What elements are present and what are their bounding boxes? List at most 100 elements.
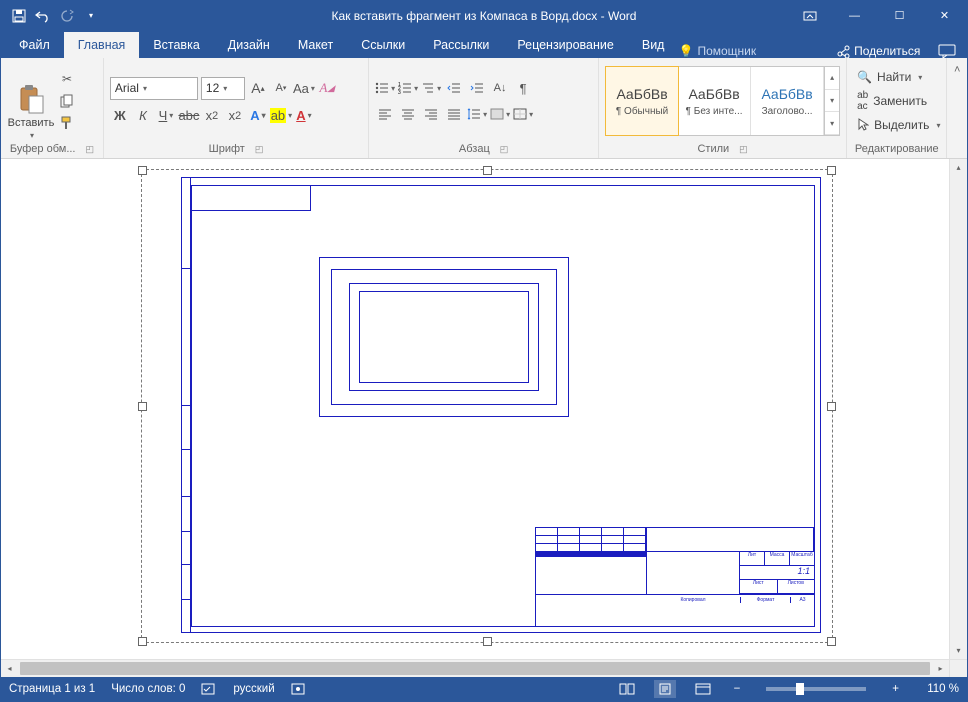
line-spacing-icon[interactable]: ▾ <box>467 104 487 124</box>
tab-view[interactable]: Вид <box>628 32 679 58</box>
find-button[interactable]: 🔍Найти▾ <box>857 67 940 87</box>
spellcheck-icon[interactable] <box>201 682 217 696</box>
share-button[interactable]: Поделиться <box>836 44 920 58</box>
gallery-down-icon[interactable]: ▾ <box>825 90 839 113</box>
style-no-spacing[interactable]: АаБбВв ¶ Без инте... <box>678 67 751 135</box>
print-layout-icon[interactable] <box>654 680 676 698</box>
resize-handle[interactable] <box>827 637 836 646</box>
tab-design[interactable]: Дизайн <box>214 32 284 58</box>
language-indicator[interactable]: русский <box>233 683 274 695</box>
save-icon[interactable] <box>11 8 27 24</box>
minimize-button[interactable]: — <box>832 1 877 30</box>
scroll-thumb[interactable] <box>20 662 930 675</box>
word-count[interactable]: Число слов: 0 <box>111 683 185 695</box>
multilevel-list-icon[interactable]: ▾ <box>421 78 441 98</box>
style-heading[interactable]: АаБбВв Заголово... <box>751 67 824 135</box>
borders-icon[interactable]: ▾ <box>513 104 533 124</box>
resize-handle[interactable] <box>138 166 147 175</box>
grow-font-icon[interactable]: A▴ <box>248 78 268 98</box>
scroll-right-icon[interactable]: ▸ <box>932 660 949 677</box>
gallery-up-icon[interactable]: ▴ <box>825 67 839 90</box>
horizontal-scrollbar[interactable]: ◂ ▸ <box>1 659 949 677</box>
change-case-icon[interactable]: Aa▾ <box>294 78 314 98</box>
dialog-launcher-icon[interactable]: ◰ <box>86 144 95 155</box>
font-name-combo[interactable]: Arial▾ <box>110 77 198 100</box>
zoom-level[interactable]: 110 % <box>919 683 959 695</box>
dialog-launcher-icon[interactable]: ◰ <box>739 144 748 155</box>
macro-icon[interactable] <box>291 683 305 695</box>
zoom-slider[interactable] <box>766 687 866 691</box>
vertical-scrollbar[interactable]: ▴ ▾ <box>949 159 967 659</box>
scroll-left-icon[interactable]: ◂ <box>1 660 18 677</box>
format-painter-icon[interactable] <box>59 115 75 131</box>
redo-icon[interactable] <box>59 8 75 24</box>
zoom-slider-knob[interactable] <box>796 683 804 695</box>
font-name-value: Arial <box>115 81 139 95</box>
qat-customize-icon[interactable]: ▾ <box>83 8 99 24</box>
superscript-button[interactable]: x2 <box>225 106 245 126</box>
shrink-font-icon[interactable]: A▾ <box>271 78 291 98</box>
tab-review[interactable]: Рецензирование <box>503 32 628 58</box>
align-left-icon[interactable] <box>375 104 395 124</box>
bold-button[interactable]: Ж <box>110 106 130 126</box>
resize-handle[interactable] <box>483 637 492 646</box>
strikethrough-button[interactable]: abc <box>179 106 199 126</box>
italic-button[interactable]: К <box>133 106 153 126</box>
select-button[interactable]: Выделить▾ <box>857 115 940 135</box>
align-right-icon[interactable] <box>421 104 441 124</box>
ribbon-display-options-button[interactable] <box>787 1 832 30</box>
paste-icon <box>15 83 47 115</box>
tab-layout[interactable]: Макет <box>284 32 347 58</box>
clear-format-icon[interactable]: A◢ <box>317 78 337 98</box>
scroll-down-icon[interactable]: ▾ <box>950 642 967 659</box>
gallery-more-icon[interactable]: ▾ <box>825 112 839 135</box>
highlight-icon[interactable]: ab▾ <box>271 106 291 126</box>
text-effects-icon[interactable]: A▾ <box>248 106 268 126</box>
cut-icon[interactable]: ✂ <box>59 71 75 87</box>
subscript-button[interactable]: x2 <box>202 106 222 126</box>
zoom-in-button[interactable]: + <box>888 683 903 695</box>
resize-handle[interactable] <box>827 166 836 175</box>
collapse-ribbon-icon[interactable]: ˄ <box>954 64 960 76</box>
resize-handle[interactable] <box>138 402 147 411</box>
bullets-icon[interactable]: ▾ <box>375 78 395 98</box>
comments-icon[interactable] <box>938 44 956 58</box>
document-canvas[interactable]: ЛитМассаМасштаб 1:1 ЛистЛистов Копировал… <box>1 159 949 659</box>
resize-handle[interactable] <box>827 402 836 411</box>
copy-icon[interactable] <box>59 93 75 109</box>
read-mode-icon[interactable] <box>616 680 638 698</box>
shading-icon[interactable]: ▾ <box>490 104 510 124</box>
scroll-up-icon[interactable]: ▴ <box>950 159 967 176</box>
numbering-icon[interactable]: 123▾ <box>398 78 418 98</box>
dialog-launcher-icon[interactable]: ◰ <box>255 144 264 155</box>
web-layout-icon[interactable] <box>692 680 714 698</box>
styles-gallery[interactable]: АаБбВв ¶ Обычный АаБбВв ¶ Без инте... Аа… <box>605 66 840 136</box>
tab-home[interactable]: Главная <box>64 32 140 58</box>
underline-button[interactable]: Ч▾ <box>156 106 176 126</box>
decrease-indent-icon[interactable] <box>444 78 464 98</box>
increase-indent-icon[interactable] <box>467 78 487 98</box>
replace-button[interactable]: abacЗаменить <box>857 91 940 111</box>
sort-icon[interactable]: А↓ <box>490 78 510 98</box>
resize-handle[interactable] <box>138 637 147 646</box>
align-center-icon[interactable] <box>398 104 418 124</box>
dialog-launcher-icon[interactable]: ◰ <box>500 144 509 155</box>
page-indicator[interactable]: Страница 1 из 1 <box>9 683 95 695</box>
style-normal[interactable]: АаБбВв ¶ Обычный <box>605 66 679 136</box>
tab-references[interactable]: Ссылки <box>347 32 419 58</box>
tab-insert[interactable]: Вставка <box>139 32 213 58</box>
paste-button[interactable]: Вставить ▾ <box>7 62 55 140</box>
show-marks-icon[interactable]: ¶ <box>513 78 533 98</box>
font-size-combo[interactable]: 12▾ <box>201 77 245 100</box>
maximize-button[interactable]: ☐ <box>877 1 922 30</box>
tab-mailings[interactable]: Рассылки <box>419 32 503 58</box>
resize-handle[interactable] <box>483 166 492 175</box>
close-button[interactable]: ✕ <box>922 1 967 30</box>
font-color-icon[interactable]: A▾ <box>294 106 314 126</box>
zoom-out-button[interactable]: − <box>730 683 745 695</box>
tab-file[interactable]: Файл <box>5 32 64 58</box>
undo-icon[interactable] <box>35 8 51 24</box>
justify-icon[interactable] <box>444 104 464 124</box>
paste-label: Вставить <box>8 117 55 129</box>
tell-me-helper[interactable]: 💡 Помощник <box>678 44 756 58</box>
